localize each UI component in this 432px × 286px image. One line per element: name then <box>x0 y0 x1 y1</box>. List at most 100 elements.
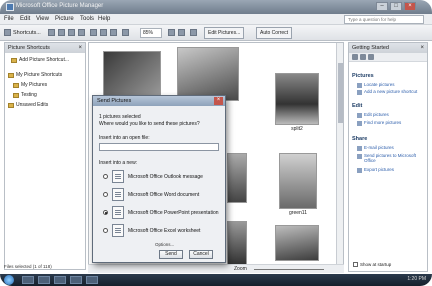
menu-tools[interactable]: Tools <box>80 16 94 22</box>
email-icon[interactable] <box>78 29 85 36</box>
picture-thumbnail[interactable] <box>103 51 161 99</box>
tree-item-label: My Picture Shortcuts <box>16 72 63 78</box>
powerpoint-icon <box>112 206 124 219</box>
section-title: Share <box>352 136 368 142</box>
option-excel[interactable]: Microsoft Office Excel worksheet <box>103 224 221 238</box>
send-button[interactable]: Send <box>159 250 183 259</box>
cut-icon[interactable] <box>90 29 97 36</box>
dialog-close-button[interactable]: × <box>214 97 223 105</box>
save-icon[interactable] <box>48 29 55 36</box>
zoom-slider[interactable] <box>254 269 324 270</box>
tree-item-shortcuts[interactable]: My Picture Shortcuts <box>8 72 62 78</box>
tree-item-unsaved[interactable]: Unsaved Edits <box>8 102 48 108</box>
menu-bar: File Edit View Picture Tools Help Type a… <box>0 14 432 25</box>
maximize-button[interactable]: □ <box>390 2 402 11</box>
picture-thumbnail[interactable] <box>275 225 319 261</box>
shortcuts-button[interactable]: Shortcuts... <box>13 28 41 38</box>
edit-pictures-button[interactable]: Edit Pictures... <box>204 27 245 39</box>
find-pictures-link[interactable]: Find more pictures <box>357 120 427 126</box>
new-file-label: Insert into a new: <box>99 160 138 166</box>
menu-picture[interactable]: Picture <box>55 16 74 22</box>
rotate-left-icon[interactable] <box>168 29 175 36</box>
status-bar: Zoom <box>88 264 344 273</box>
cancel-button[interactable]: Cancel <box>189 250 213 259</box>
menu-view[interactable]: View <box>36 16 49 22</box>
export-pictures-link[interactable]: Export pictures <box>357 167 427 173</box>
zoom-select[interactable]: 85% <box>140 28 162 38</box>
show-at-startup[interactable]: Show at startup <box>353 262 391 267</box>
taskbar-app-icon[interactable] <box>22 276 34 284</box>
dialog-title: Send Pictures <box>97 98 132 104</box>
thumbnail-label: split2 <box>291 126 303 132</box>
radio-button-selected[interactable] <box>103 210 108 215</box>
taskbar-app-icon[interactable] <box>54 276 66 284</box>
options-link[interactable]: Options... <box>155 242 174 247</box>
paste-icon[interactable] <box>110 29 117 36</box>
folder-icon <box>13 82 19 88</box>
radio-button[interactable] <box>103 174 108 179</box>
option-label: Microsoft Office Outlook message <box>128 174 203 180</box>
edit-pictures-link[interactable]: Edit pictures <box>357 112 427 118</box>
scrollbar-thumb[interactable] <box>338 63 343 123</box>
taskbar-app-icon[interactable] <box>38 276 50 284</box>
vertical-scrollbar[interactable] <box>336 43 343 271</box>
add-shortcut-link[interactable]: Add a new picture shortcut <box>357 89 427 95</box>
taskbar: 1:20 PM <box>0 274 432 286</box>
radio-button[interactable] <box>103 228 108 233</box>
export-icon <box>357 167 362 173</box>
close-button[interactable]: × <box>404 2 416 11</box>
send-to-office-link[interactable]: Send pictures to Microsoft Office <box>357 153 427 163</box>
forward-icon[interactable] <box>360 54 366 60</box>
add-shortcut-link[interactable]: Add Picture Shortcut... <box>11 57 69 63</box>
selection-count: 1 pictures selected <box>99 114 141 120</box>
option-word[interactable]: Microsoft Office Word document <box>103 188 221 202</box>
start-button[interactable] <box>4 275 14 285</box>
back-icon[interactable] <box>352 54 358 60</box>
checkbox[interactable] <box>353 262 358 267</box>
taskbar-app-icon[interactable] <box>86 276 98 284</box>
dialog-question: Where would you like to send these pictu… <box>99 121 200 127</box>
home-icon[interactable] <box>368 54 374 60</box>
menu-help[interactable]: Help <box>98 16 110 22</box>
tree-item-my-pictures[interactable]: My Pictures <box>13 82 47 88</box>
picture-thumbnail[interactable]: green11 <box>279 153 317 216</box>
close-pane-icon[interactable]: × <box>78 43 82 53</box>
help-search-input[interactable]: Type a question for help <box>344 15 424 24</box>
copy-icon[interactable] <box>100 29 107 36</box>
section-title: Pictures <box>352 73 374 79</box>
email-pictures-link[interactable]: E-mail pictures <box>357 145 427 151</box>
tree-item-label: My Pictures <box>21 82 48 88</box>
picture-thumbnail[interactable] <box>227 153 247 203</box>
send-pictures-dialog: Send Pictures × 1 pictures selected Wher… <box>92 95 226 263</box>
close-pane-icon[interactable]: × <box>420 43 424 53</box>
menu-edit[interactable]: Edit <box>20 16 30 22</box>
delete-icon[interactable] <box>122 29 129 36</box>
option-outlook[interactable]: Microsoft Office Outlook message <box>103 170 221 184</box>
open-file-label: Insert into an open file: <box>99 135 150 141</box>
auto-correct-button[interactable]: Auto Correct <box>256 27 293 39</box>
tree-item-testing[interactable]: Testing <box>13 92 37 98</box>
pane-title: Picture Shortcuts <box>8 45 50 51</box>
radio-button[interactable] <box>103 192 108 197</box>
minimize-button[interactable]: – <box>376 2 388 11</box>
picture-thumbnail[interactable]: split2 <box>275 73 319 132</box>
option-powerpoint[interactable]: Microsoft Office PowerPoint presentation <box>103 206 221 220</box>
folder-icon <box>8 102 14 108</box>
taskbar-app-icon[interactable] <box>70 276 82 284</box>
locate-pictures-link[interactable]: Locate pictures <box>357 82 427 88</box>
rotate-right-icon[interactable] <box>178 29 185 36</box>
thumbnail-label: green11 <box>289 210 307 216</box>
picture-thumbnail[interactable] <box>227 221 247 265</box>
option-label: Microsoft Office PowerPoint presentation <box>128 210 219 216</box>
view-icon[interactable] <box>190 29 197 36</box>
shortcuts-icon[interactable] <box>4 29 11 36</box>
picture-thumbnail[interactable] <box>177 47 239 101</box>
menu-file[interactable]: File <box>4 16 14 22</box>
open-icon[interactable] <box>58 29 65 36</box>
word-icon <box>112 188 124 201</box>
print-icon[interactable] <box>68 29 75 36</box>
getting-started-pane: Getting Started × Pictures Locate pictur… <box>348 42 428 272</box>
search-icon <box>357 82 362 88</box>
zoom-label: Zoom <box>234 266 247 272</box>
open-file-select[interactable] <box>99 143 219 151</box>
